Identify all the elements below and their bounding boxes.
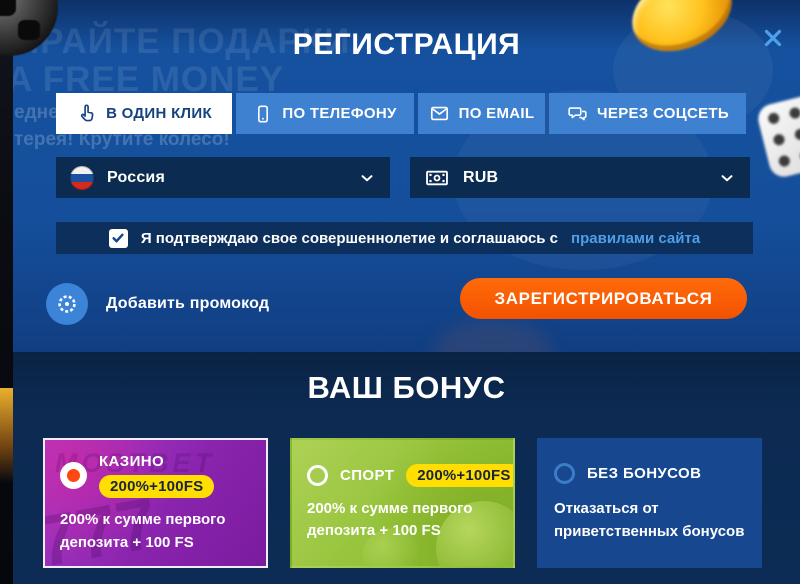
tab-label: ПО EMAIL (459, 105, 535, 122)
page-background-edge (0, 0, 13, 584)
banknote-icon (424, 165, 450, 191)
russia-flag-icon (70, 166, 94, 190)
register-button[interactable]: ЗАРЕГИСТРИРОВАТЬСЯ (460, 278, 747, 319)
registration-method-tabs: В ОДИН КЛИК ПО ТЕЛЕФОНУ (56, 93, 756, 134)
radio-unselected-icon[interactable] (554, 463, 575, 484)
registration-modal-screen: ИРАЙТЕ ПОДАРКИ A FREE MONEY еднев терея!… (0, 0, 800, 584)
tab-label: ЧЕРЕЗ СОЦСЕТЬ (597, 105, 729, 122)
bonus-section: ВАШ БОНУС MOSTBET 777 КАЗИНО 200%+100FS … (13, 352, 800, 584)
bonus-card-title: СПОРТ (340, 467, 394, 484)
consent-text: Я подтверждаю свое совершеннолетие и сог… (141, 230, 558, 247)
bonus-card-title: КАЗИНО (99, 453, 164, 470)
consent-bar: Я подтверждаю свое совершеннолетие и сог… (56, 222, 753, 254)
chevron-down-icon (718, 169, 736, 187)
bonus-card-sport[interactable]: СПОРТ 200%+100FS 200% к сумме первого де… (290, 438, 515, 568)
tab-label: ПО ТЕЛЕФОНУ (282, 105, 396, 122)
chat-bubbles-icon (566, 103, 588, 125)
site-rules-link[interactable]: правилами сайта (571, 230, 700, 247)
age-consent-checkbox[interactable] (109, 229, 128, 248)
tab-via-social[interactable]: ЧЕРЕЗ СОЦСЕТЬ (549, 93, 746, 134)
tab-by-phone[interactable]: ПО ТЕЛЕФОНУ (236, 93, 414, 134)
gear-icon (55, 292, 79, 316)
close-icon[interactable] (758, 24, 788, 54)
bonus-badge: 200%+100FS (99, 475, 214, 498)
modal-title: РЕГИСТРАЦИЯ (13, 28, 800, 62)
currency-select[interactable]: RUB (410, 157, 750, 198)
radio-unselected-icon[interactable] (307, 465, 328, 486)
bonus-section-title: ВАШ БОНУС (13, 370, 800, 406)
chevron-down-icon (358, 169, 376, 187)
bonus-card-title: БЕЗ БОНУСОВ (587, 465, 701, 482)
bonus-card-description: 200% к сумме первого депозита + 100 FS (60, 509, 251, 554)
bonus-badge: 200%+100FS (406, 464, 515, 487)
add-promocode-button[interactable]: Добавить промокод (46, 283, 269, 325)
currency-select-value: RUB (463, 169, 498, 187)
phone-icon (253, 104, 273, 124)
country-select-value: Россия (107, 169, 165, 187)
email-icon (429, 103, 450, 124)
tab-by-email[interactable]: ПО EMAIL (418, 93, 545, 134)
page-background-glow (0, 388, 13, 483)
tab-one-click[interactable]: В ОДИН КЛИК (56, 93, 232, 134)
tab-label: В ОДИН КЛИК (106, 105, 212, 122)
registration-modal: ИРАЙТЕ ПОДАРКИ A FREE MONEY еднев терея!… (13, 0, 800, 584)
bonus-cards: MOSTBET 777 КАЗИНО 200%+100FS 200% к сум… (43, 438, 762, 568)
promocode-label: Добавить промокод (106, 295, 269, 313)
radio-selected-icon[interactable] (60, 462, 87, 489)
bonus-card-none[interactable]: БЕЗ БОНУСОВ Отказаться от приветственных… (537, 438, 762, 568)
promocode-circle (46, 283, 88, 325)
bonus-card-description: 200% к сумме первого депозита + 100 FS (307, 498, 498, 543)
bonus-card-description: Отказаться от приветственных бонусов (554, 498, 745, 543)
hand-click-icon (76, 103, 97, 124)
country-select[interactable]: Россия (56, 157, 390, 198)
bonus-card-casino[interactable]: MOSTBET 777 КАЗИНО 200%+100FS 200% к сум… (43, 438, 268, 568)
form-section: ИРАЙТЕ ПОДАРКИ A FREE MONEY еднев терея!… (13, 0, 800, 352)
